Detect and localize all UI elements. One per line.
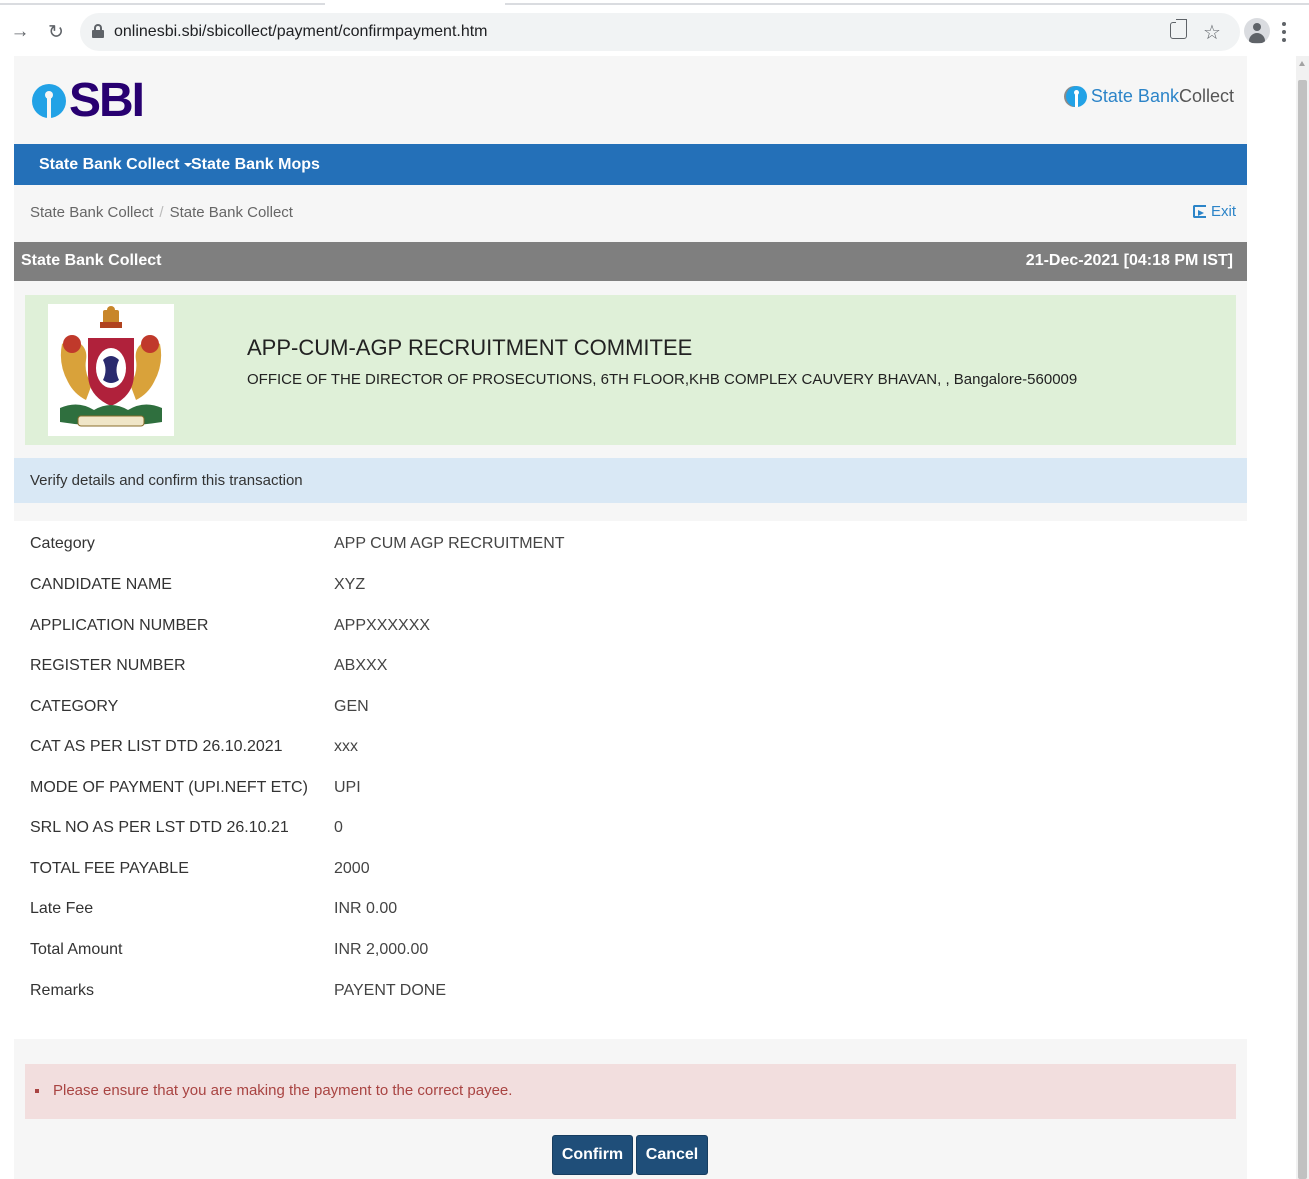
browser-menu-icon[interactable]: [1282, 22, 1286, 42]
profile-avatar-icon[interactable]: [1244, 18, 1270, 44]
detail-value: 0: [334, 819, 343, 836]
page-container: SBI State Bank Collect State Bank Collec…: [14, 56, 1247, 1179]
scrollbar-thumb[interactable]: [1298, 80, 1307, 1179]
nav-item-label: State Bank Mops: [191, 156, 320, 173]
detail-row: Category APP CUM AGP RECRUITMENT: [30, 535, 1230, 565]
detail-label: REGISTER NUMBER: [30, 657, 186, 674]
page-scrollbar[interactable]: [1296, 56, 1309, 1179]
detail-value: APP CUM AGP RECRUITMENT: [334, 535, 565, 552]
breadcrumb-item-current: State Bank Collect: [169, 204, 293, 221]
sbi-keyhole-icon: [1065, 86, 1087, 107]
section-header: State Bank Collect 21-Dec-2021 [04:18 PM…: [14, 242, 1247, 281]
detail-row: MODE OF PAYMENT (UPI.NEFT ETC) UPI: [30, 779, 1230, 809]
detail-label: TOTAL FEE PAYABLE: [30, 860, 189, 877]
detail-label: Late Fee: [30, 900, 94, 917]
confirm-button[interactable]: Confirm: [552, 1135, 633, 1175]
detail-label: Total Amount: [30, 941, 123, 958]
detail-row: Late Fee INR 0.00: [30, 900, 1230, 930]
lock-icon[interactable]: [92, 24, 104, 38]
detail-label: Category: [30, 535, 95, 552]
share-icon[interactable]: [1170, 19, 1187, 39]
detail-value: xxx: [334, 738, 358, 755]
exit-link[interactable]: Exit: [1192, 203, 1236, 220]
emblem-graphic: [60, 306, 162, 427]
state-bank-collect-brand: State Bank Collect: [1065, 86, 1234, 107]
sbi-keyhole-icon: [32, 84, 66, 118]
detail-row: CAT AS PER LIST DTD 26.10.2021 xxx: [30, 738, 1230, 768]
sbi-logo-text: SBI: [69, 74, 145, 127]
breadcrumb: State Bank Collect / State Bank Collect: [30, 204, 293, 221]
detail-row: CANDIDATE NAME XYZ: [30, 576, 1230, 606]
forward-icon[interactable]: →: [6, 18, 34, 46]
detail-value: ABXXX: [334, 657, 388, 674]
detail-value: APPXXXXXX: [334, 617, 431, 634]
brand-text-part2: Collect: [1178, 86, 1234, 106]
detail-label: CATEGORY: [30, 698, 119, 715]
detail-row: SRL NO AS PER LST DTD 26.10.21 0: [30, 819, 1230, 849]
detail-value: 2000: [334, 860, 370, 877]
verify-info-bar: Verify details and confirm this transact…: [14, 458, 1247, 503]
reload-icon[interactable]: ↻: [42, 18, 70, 46]
section-title: State Bank Collect: [21, 252, 162, 269]
payee-warning-alert: Please ensure that you are making the pa…: [25, 1064, 1236, 1119]
brand-text-part1: State Bank: [1090, 86, 1179, 106]
cancel-button[interactable]: Cancel: [636, 1135, 708, 1175]
verify-info-text: Verify details and confirm this transact…: [30, 472, 303, 489]
transaction-details: Category APP CUM AGP RECRUITMENT CANDIDAT…: [14, 521, 1247, 1039]
breadcrumb-item[interactable]: State Bank Collect: [30, 204, 153, 221]
detail-label: CAT AS PER LIST DTD 26.10.2021: [30, 738, 283, 755]
main-navbar: State Bank Collect State Bank Mops: [14, 144, 1247, 185]
detail-row: CATEGORY GEN: [30, 698, 1230, 728]
detail-row: Remarks PAYENT DONE: [30, 982, 1230, 1012]
detail-value: INR 2,000.00: [334, 941, 429, 958]
section-datetime: 21-Dec-2021 [04:18 PM IST]: [1025, 252, 1233, 269]
address-bar-url: onlinesbi.sbi/sbicollect/payment/confirm…: [114, 23, 488, 40]
payee-name: APP-CUM-AGP RECRUITMENT COMMITEE: [247, 335, 693, 360]
detail-label: Remarks: [30, 982, 95, 999]
detail-label: APPLICATION NUMBER: [30, 617, 209, 634]
tab-strip: [0, 0, 1309, 5]
nav-item-state-bank-collect[interactable]: State Bank Collect: [39, 144, 193, 185]
detail-value: XYZ: [334, 576, 366, 593]
detail-row: APPLICATION NUMBER APPXXXXXX: [30, 617, 1230, 647]
detail-label: SRL NO AS PER LST DTD 26.10.21: [30, 819, 289, 836]
sbi-logo[interactable]: SBI: [32, 74, 145, 127]
detail-label: MODE OF PAYMENT (UPI.NEFT ETC): [30, 779, 308, 796]
detail-row: TOTAL FEE PAYABLE 2000: [30, 860, 1230, 890]
exit-label: Exit: [1210, 203, 1236, 220]
detail-value: GEN: [334, 698, 369, 715]
detail-value: UPI: [334, 779, 361, 796]
warning-text: Please ensure that you are making the pa…: [53, 1082, 513, 1099]
detail-label: CANDIDATE NAME: [30, 576, 172, 593]
bullet-icon: [35, 1089, 39, 1093]
detail-value: INR 0.00: [334, 900, 398, 917]
sign-out-icon: [1192, 205, 1206, 218]
browser-toolbar: → ↻ onlinesbi.sbi/sbicollect/payment/con…: [0, 8, 1309, 56]
karnataka-emblem-icon: [48, 304, 174, 436]
tab-strip-line: [0, 3, 325, 5]
site-header: SBI State Bank Collect: [14, 56, 1247, 144]
bookmark-star-icon[interactable]: ☆: [1203, 20, 1221, 45]
scroll-up-arrow-icon[interactable]: [1299, 61, 1305, 66]
address-bar[interactable]: onlinesbi.sbi/sbicollect/payment/confirm…: [80, 13, 1240, 51]
breadcrumb-separator: /: [159, 204, 164, 221]
detail-row: Total Amount INR 2,000.00: [30, 941, 1230, 971]
nav-item-label: State Bank Collect: [39, 156, 180, 173]
payee-address: OFFICE OF THE DIRECTOR OF PROSECUTIONS, …: [247, 371, 1078, 388]
tab-strip-line: [505, 3, 1309, 5]
payee-info-box: APP-CUM-AGP RECRUITMENT COMMITEE OFFICE …: [25, 295, 1236, 445]
nav-item-state-bank-mops[interactable]: State Bank Mops: [191, 144, 320, 185]
breadcrumb-bar: State Bank Collect / State Bank Collect Ex…: [14, 185, 1247, 242]
detail-value: PAYENT DONE: [334, 982, 447, 999]
detail-row: REGISTER NUMBER ABXXX: [30, 657, 1230, 687]
